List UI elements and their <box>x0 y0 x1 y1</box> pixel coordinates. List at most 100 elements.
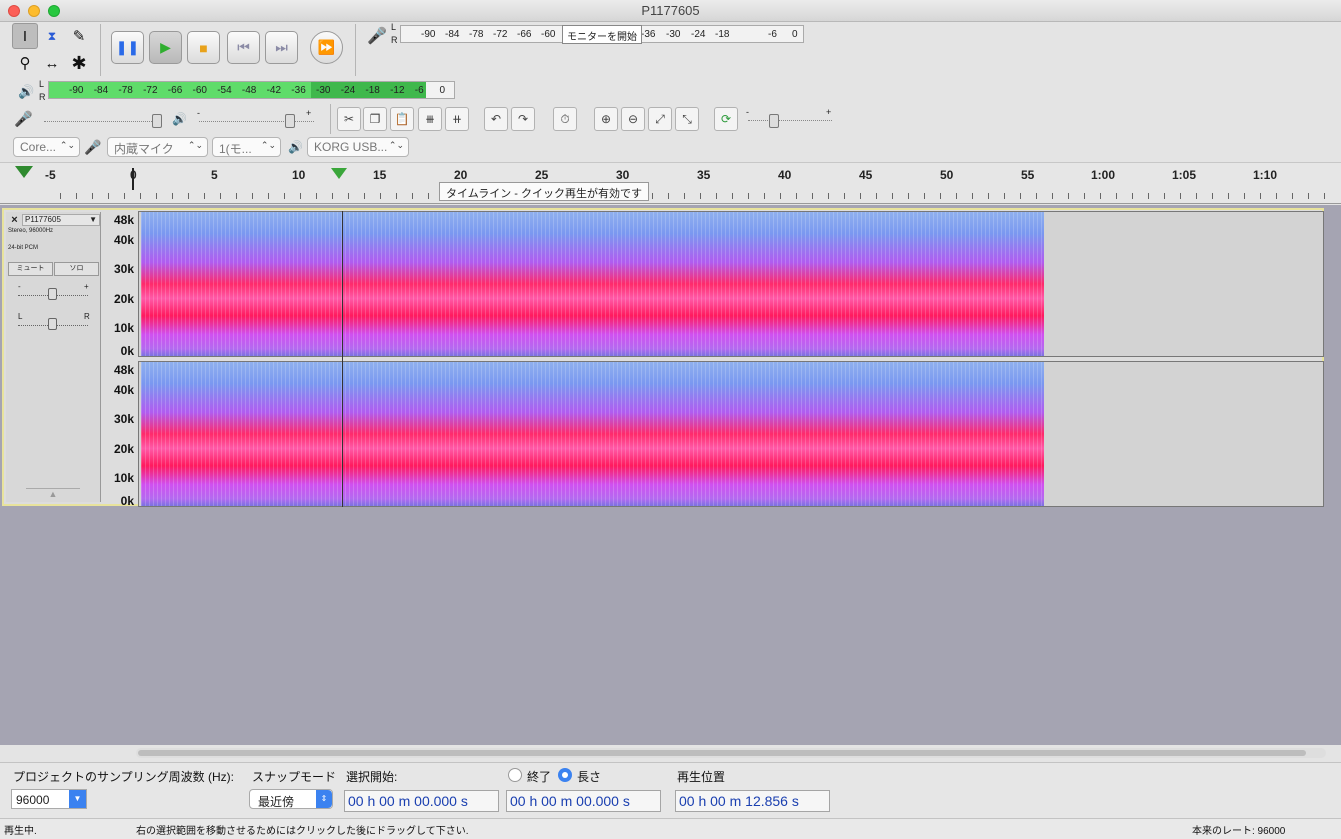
ruler-tick <box>380 193 381 199</box>
record-button[interactable]: ⏩ <box>310 31 343 64</box>
spectrogram-channel-left[interactable] <box>138 211 1324 357</box>
draw-tool-icon[interactable]: ✎ <box>66 23 92 49</box>
ruler-tick <box>844 193 845 199</box>
meter-tick: -60 <box>192 85 207 96</box>
status-rate: 本来のレート: 96000 <box>1192 826 1286 837</box>
meter-tick: -60 <box>541 29 556 40</box>
gain-plus: + <box>84 282 89 291</box>
zoom-tool-icon[interactable]: ⚲ <box>12 50 38 76</box>
output-slider-thumb[interactable] <box>285 114 295 128</box>
length-radio[interactable] <box>558 768 572 782</box>
track-format-info: Stereo, 96000Hz <box>8 228 54 234</box>
skip-start-button[interactable]: ⏮ <box>227 31 260 64</box>
stop-button[interactable]: ■ <box>187 31 220 64</box>
ruler-label: 25 <box>535 168 549 182</box>
minimize-window-button[interactable] <box>28 5 40 17</box>
ruler-tick <box>732 193 733 199</box>
skip-end-button[interactable]: ⏭ <box>265 31 298 64</box>
snap-mode-value: 最近傍 <box>258 795 295 809</box>
multi-tool-icon[interactable]: ✱ <box>66 50 92 76</box>
audio-host-select[interactable]: Core... ⌃⌄ <box>13 137 80 157</box>
collapse-track-icon[interactable]: ▲ <box>26 488 80 500</box>
track-area[interactable]: × P1177605 ▼ Stereo, 96000Hz 24-bit PCM ミ… <box>0 205 1341 758</box>
selection-start-time[interactable]: 00 h 00 m 00.000 s <box>344 790 499 812</box>
trim-button[interactable]: ⧻ <box>418 107 442 131</box>
close-window-button[interactable] <box>8 5 20 17</box>
zoom-window-button[interactable] <box>48 5 60 17</box>
audio-track[interactable]: × P1177605 ▼ Stereo, 96000Hz 24-bit PCM ミ… <box>2 208 1324 508</box>
speaker-icon: 🔊 <box>18 84 35 99</box>
ruler-label: 1:10 <box>1253 168 1278 182</box>
horizontal-scrollbar[interactable] <box>136 748 1326 758</box>
selection-toolbar: プロジェクトのサンプリング周波数 (Hz): 96000 ▼ スナップモード 最近… <box>0 762 1341 818</box>
ruler-tick <box>1212 193 1213 199</box>
cut-button[interactable]: ✂ <box>337 107 361 131</box>
input-channels-select[interactable]: 1(モ... ⌃⌄ <box>212 137 281 157</box>
project-rate-select[interactable]: 96000 ▼ <box>11 789 87 809</box>
ruler-tick <box>300 193 301 199</box>
selection-tool-icon[interactable]: I <box>12 23 38 49</box>
copy-button[interactable]: ❐ <box>363 107 387 131</box>
output-device-select[interactable]: KORG USB... ⌃⌄ <box>307 137 409 157</box>
speed-slider-minus: - <box>746 107 749 117</box>
paste-button[interactable]: 📋 <box>390 107 414 131</box>
spectrogram-data-right <box>141 362 1044 506</box>
ruler-label: 5 <box>211 168 218 182</box>
play-at-speed-button[interactable]: ⟳ <box>714 107 738 131</box>
chevron-updown-icon: ⌃⌄ <box>59 140 75 150</box>
meter-tick: -12 <box>390 85 405 96</box>
ruler-tick <box>1164 193 1165 199</box>
spectrogram-texture <box>141 212 1044 356</box>
timeline-ruler[interactable]: -5 0 5 10 15 20 25 30 35 40 45 50 55 1:00 1:05 1:10 <box>0 162 1341 204</box>
timeshift-tool-icon[interactable]: ↔ <box>39 50 65 76</box>
audio-position-time[interactable]: 00 h 00 m 12.856 s <box>675 790 830 812</box>
zoom-in-button[interactable]: ⊕ <box>594 107 618 131</box>
solo-button[interactable]: ソロ <box>54 262 99 276</box>
ruler-label: 1:00 <box>1091 168 1116 182</box>
input-slider-thumb[interactable] <box>152 114 162 128</box>
audio-position-value: 00 h 00 m 12.856 s <box>679 793 799 809</box>
ruler-tick <box>684 193 685 199</box>
input-device-select[interactable]: 内蔵マイク ⌃⌄ <box>107 137 208 157</box>
undo-icon: ↶ <box>490 112 502 126</box>
end-label: 終了 <box>527 770 552 784</box>
fit-selection-button[interactable]: ⤢ <box>648 107 672 131</box>
ruler-tick <box>396 193 397 199</box>
playback-cursor <box>342 211 343 507</box>
redo-button[interactable]: ↷ <box>511 107 535 131</box>
selection-start-value: 00 h 00 m 00.000 s <box>348 793 468 809</box>
play-speed-slider[interactable] <box>748 120 832 121</box>
speed-slider-thumb[interactable] <box>769 114 779 128</box>
horizontal-scroll-thumb[interactable] <box>138 750 1306 756</box>
play-button[interactable]: ▶ <box>149 31 182 64</box>
start-monitoring-button[interactable]: モニターを開始 <box>562 25 642 44</box>
spectrogram-channel-right[interactable] <box>138 361 1324 507</box>
playback-meter[interactable]: -90 -84 -78 -72 -66 -60 -54 -48 -42 -36 -30 -24 -18-… <box>48 81 455 99</box>
snap-mode-select[interactable]: 最近傍 ⇕ <box>249 789 333 809</box>
ruler-tick <box>828 193 829 199</box>
speed-slider-plus: + <box>826 107 832 117</box>
undo-button[interactable]: ↶ <box>484 107 508 131</box>
sync-lock-button[interactable]: ⏱ <box>553 107 577 131</box>
gain-slider-thumb[interactable] <box>48 288 57 300</box>
dropdown-arrow-icon: ▼ <box>69 790 86 808</box>
output-volume-slider[interactable] <box>199 121 314 122</box>
meter-l-label: L <box>391 22 397 32</box>
ruler-tick <box>252 193 253 199</box>
fit-project-button[interactable]: ⤡ <box>675 107 699 131</box>
zoom-out-button[interactable]: ⊖ <box>621 107 645 131</box>
pan-slider-thumb[interactable] <box>48 318 57 330</box>
track-close-icon[interactable]: × <box>8 214 21 226</box>
envelope-tool-icon[interactable]: ⧗ <box>39 23 65 49</box>
track-name-menu[interactable]: P1177605 ▼ <box>22 214 100 226</box>
ruler-tick <box>348 193 349 199</box>
meter-tick: -66 <box>517 29 532 40</box>
selection-length-time[interactable]: 00 h 00 m 00.000 s <box>506 790 661 812</box>
ruler-tick <box>668 193 669 199</box>
input-volume-slider[interactable] <box>44 121 162 122</box>
end-radio[interactable] <box>508 768 522 782</box>
mute-button[interactable]: ミュート <box>8 262 53 276</box>
pause-button[interactable]: ❚❚ <box>111 31 144 64</box>
silence-button[interactable]: ⧺ <box>445 107 469 131</box>
spectrogram-texture <box>141 362 1044 506</box>
